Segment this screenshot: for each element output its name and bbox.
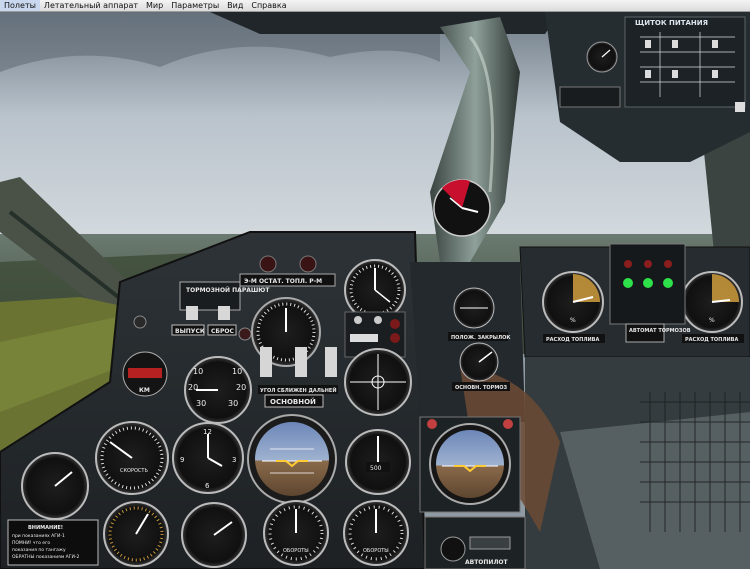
auto-brake-lamp-red <box>624 260 632 268</box>
small-left-gauge <box>21 452 89 520</box>
fuel-flow-right-label: РАСХОД ТОПЛИВА <box>685 337 738 343</box>
warning-note-line: при показаниях АГИ-1 <box>12 533 65 539</box>
altimeter <box>344 259 406 321</box>
warning-note-line: ПОМНИ! что его <box>12 540 50 546</box>
clock-tick-label: 3 <box>232 456 236 464</box>
vsi-lower-gauge: 500 <box>345 429 411 495</box>
mode-angle-switch[interactable] <box>260 347 272 377</box>
vsi-tick-label: 20 <box>236 383 246 392</box>
menu-help[interactable]: Справка <box>247 0 290 11</box>
fuel-flow-left-unit: % <box>570 317 576 324</box>
mode-buttons <box>260 347 337 377</box>
auto-brake-lamp-green <box>663 278 673 288</box>
warning-note-line: ОБРАТНЫ показаниям АГИ-2 <box>12 554 79 560</box>
autopilot-panel: АВТОПИЛОТ <box>424 516 526 569</box>
release-label: ВЫПУСК <box>175 328 205 335</box>
clock-tick-label: 9 <box>180 456 184 464</box>
menu-view[interactable]: Вид <box>223 0 247 11</box>
clock-gauge: 12 3 6 9 <box>172 422 244 494</box>
menu-world[interactable]: Мир <box>142 0 167 11</box>
flap-position-label: ПОЛОЖ. ЗАКРЫЛОК <box>451 335 511 341</box>
rpm-gauge-right: ОБОРОТЫ <box>343 500 409 566</box>
warning-note-line: показания по тангажу <box>12 548 66 553</box>
menu-bar: Полеты Летательный аппарат Мир Параметры… <box>0 0 750 12</box>
mode-row-label: УГОЛ СБЛИЖЕН ДАЛЬНЕЙ <box>260 386 337 394</box>
warning-note-line: ВНИМАНИЕ! <box>28 525 63 531</box>
fuel-flow-right-unit: % <box>709 317 715 324</box>
km-gauge: КМ <box>122 351 168 397</box>
mode-approach-switch[interactable] <box>295 347 307 377</box>
attitude-indicator-main <box>247 414 337 504</box>
auto-brake-lamp-green <box>643 278 653 288</box>
vsi-unit-label: 500 <box>370 465 382 472</box>
km-label: КМ <box>139 387 150 394</box>
vsi-tick-label: 30 <box>228 399 238 408</box>
accelerometer-gauge <box>103 501 169 567</box>
clock-tick-label: 6 <box>205 482 210 490</box>
brake-chute-label: ТОРМОЗНОЙ ПАРАШЮТ <box>186 286 270 294</box>
menu-options[interactable]: Параметры <box>167 0 223 11</box>
vertical-speed-indicator: 10 20 30 30 20 10 <box>184 356 252 424</box>
rpm-label-right: ОБОРОТЫ <box>363 548 389 554</box>
auto-brake-lamp-red <box>644 260 652 268</box>
autopilot-switch[interactable] <box>469 536 511 550</box>
autopilot-label: АВТОПИЛОТ <box>465 559 509 566</box>
auto-brake-label: АВТОМАТ ТОРМОЗОВ <box>629 328 691 334</box>
canopy-frame-top <box>210 12 560 34</box>
auto-brake-lamp-green <box>623 278 633 288</box>
vsi-tick-label: 10 <box>232 367 242 376</box>
rpm-gauge-left: ОБОРОТЫ <box>263 500 329 566</box>
vsi-tick-label: 10 <box>193 367 203 376</box>
fuel-flow-left-label: РАСХОД ТОПЛИВА <box>546 337 599 343</box>
cockpit-scene: ЩИТОК ПИТАНИЯ ТОРМОЗНОЙ ПАРАШЮТ ВЫПУСК С… <box>0 12 750 569</box>
compass-gauge <box>433 179 491 237</box>
airspeed-gauge: СКОРОСТЬ <box>95 421 169 495</box>
warning-placard: ВНИМАНИЕ! при показаниях АГИ-1 ПОМНИ! чт… <box>7 519 99 566</box>
auto-brake-lamp-red <box>664 260 672 268</box>
mode-far-switch[interactable] <box>325 347 337 377</box>
jettison-label: СБРОС <box>211 328 234 335</box>
vsi-tick-label: 30 <box>196 399 206 408</box>
speed-label: СКОРОСТЬ <box>120 468 148 474</box>
jettison-button[interactable] <box>218 306 230 320</box>
menu-flights[interactable]: Полеты <box>0 0 40 11</box>
main-brake-label: ОСНОВН. ТОРМОЗ <box>455 385 508 391</box>
hsi-indicator <box>344 348 412 416</box>
main-mode-label: ОСНОВНОЙ <box>270 397 316 406</box>
menu-aircraft[interactable]: Летательный аппарат <box>40 0 142 11</box>
release-button[interactable] <box>186 306 198 320</box>
chrono-gauge <box>181 502 247 568</box>
power-panel-label: ЩИТОК ПИТАНИЯ <box>635 19 708 27</box>
rpm-label-left: ОБОРОТЫ <box>283 548 309 554</box>
attitude-indicator-standby <box>419 416 521 513</box>
autopilot-knob[interactable] <box>440 536 466 562</box>
fuel-remaining-label: Э-М ОСТАТ. ТОПЛ. Р-М <box>244 278 322 285</box>
